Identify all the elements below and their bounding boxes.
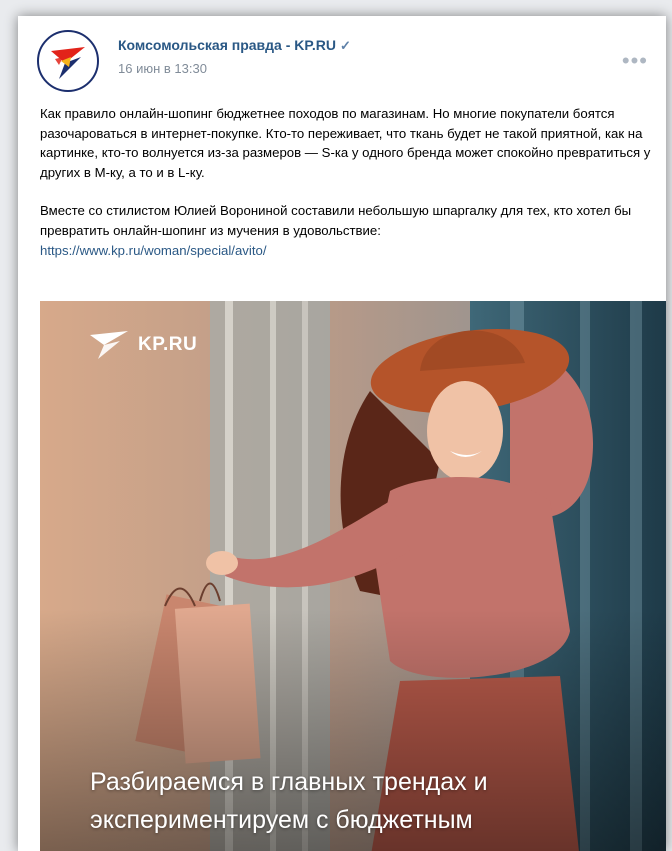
post-paragraph-1: Как правило онлайн-шопинг бюджетнее похо…: [40, 106, 651, 180]
post-paragraph-2: Вместе со стилистом Юлией Ворониной сост…: [40, 201, 658, 260]
author-name[interactable]: Комсомольская правда - KP.RU ✓: [118, 37, 351, 54]
photo-caption-line-1: Разбираемся в главных трендах и: [90, 768, 488, 796]
post-photo[interactable]: KP.RU Разбираемся в главных трендах и эк…: [40, 301, 666, 851]
verified-icon: ✓: [340, 38, 351, 53]
post-link[interactable]: https://www.kp.ru/woman/special/avito/: [40, 243, 266, 258]
post-paragraph-2-text: Вместе со стилистом Юлией Ворониной сост…: [40, 203, 632, 238]
author-name-text[interactable]: Комсомольская правда - KP.RU: [118, 37, 336, 53]
photo-caption-line-2: экспериментируем с бюджетным: [90, 806, 473, 834]
community-avatar[interactable]: [37, 30, 99, 92]
photo-logo-text: KP.RU: [138, 334, 198, 355]
post-text: Как правило онлайн-шопинг бюджетнее похо…: [40, 104, 658, 260]
photo-caption: Разбираемся в главных трендах и эксперим…: [90, 763, 660, 839]
post-date[interactable]: 16 июн в 13:30: [118, 61, 207, 76]
photo-kp-logo: KP.RU: [90, 331, 197, 359]
kp-swallow-logo-icon: [51, 47, 85, 79]
post-card: Комсомольская правда - KP.RU ✓ 16 июн в 1…: [18, 16, 666, 851]
post-header: Комсомольская правда - KP.RU ✓ 16 июн в 1…: [18, 16, 666, 104]
more-options-icon[interactable]: •••: [622, 48, 648, 74]
photo-swallow-icon: [90, 331, 128, 359]
